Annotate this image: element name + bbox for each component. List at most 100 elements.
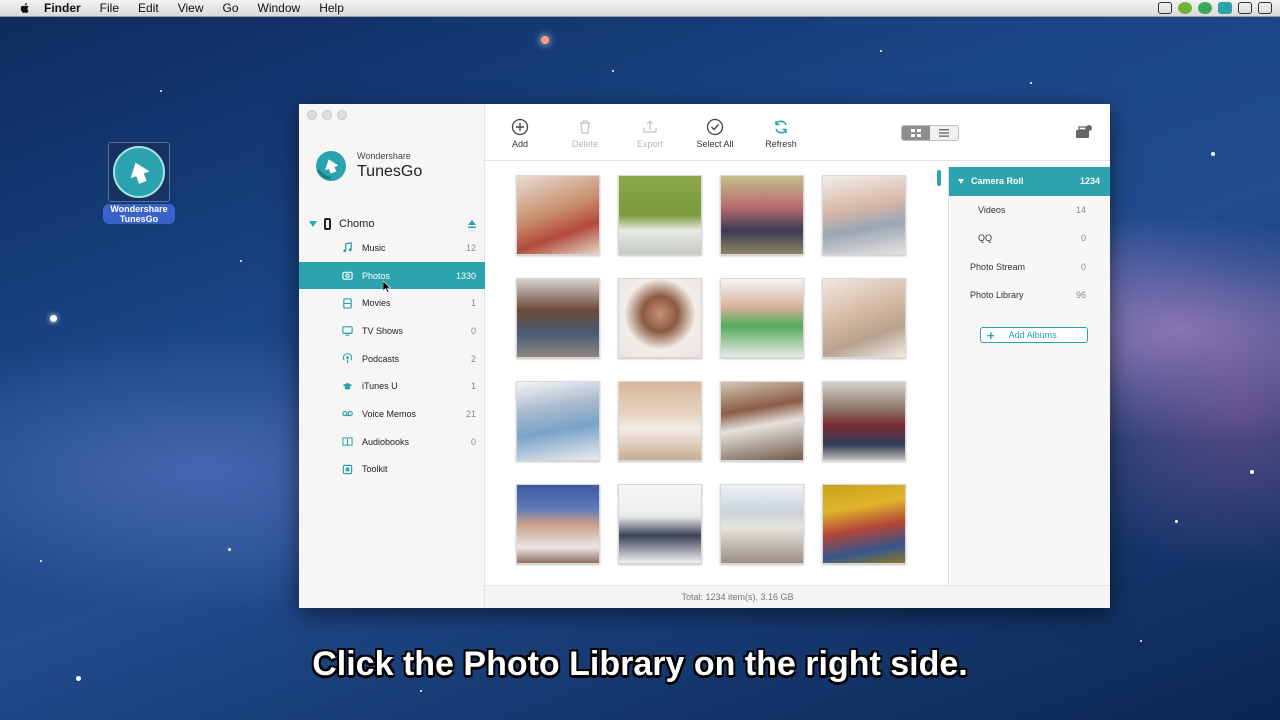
album-photo-stream[interactable]: Photo Stream 0 <box>949 253 1110 282</box>
eject-icon[interactable] <box>467 219 477 229</box>
sidebar-item-voice-memos[interactable]: Voice Memos 21 <box>299 400 485 428</box>
sidebar-item-label: Toolkit <box>362 464 388 475</box>
menu-edit[interactable]: Edit <box>138 1 159 15</box>
photo-thumbnail[interactable] <box>720 484 804 564</box>
sidebar-item-music[interactable]: Music 12 <box>299 234 485 262</box>
photo-thumbnail[interactable] <box>822 484 906 564</box>
plus-circle-icon <box>511 118 529 136</box>
photo-thumbnail[interactable] <box>516 278 600 358</box>
menu-go[interactable]: Go <box>223 1 239 15</box>
menu-file[interactable]: File <box>100 1 119 15</box>
status-tray <box>1158 2 1272 14</box>
brand-product: TunesGo <box>357 163 423 180</box>
menu-bar: Finder File Edit View Go Window Help <box>0 0 1280 17</box>
sidebar-item-label: iTunes U <box>362 381 398 392</box>
phone-icon <box>324 218 331 230</box>
minimize-button[interactable] <box>322 110 332 120</box>
expand-triangle-icon[interactable] <box>309 221 317 227</box>
photo-thumbnail[interactable] <box>516 484 600 564</box>
delete-button[interactable]: Delete <box>555 118 615 149</box>
photo-thumbnail[interactable] <box>516 175 600 255</box>
export-button[interactable]: Export <box>620 118 680 149</box>
sidebar-item-label: Audiobooks <box>362 436 410 447</box>
refresh-label: Refresh <box>765 139 797 149</box>
sidebar-item-count: 12 <box>465 242 476 253</box>
menu-window[interactable]: Window <box>258 1 301 15</box>
menu-finder[interactable]: Finder <box>44 1 81 15</box>
add-button[interactable]: Add <box>490 118 550 149</box>
apple-icon[interactable] <box>16 2 34 15</box>
photo-thumbnail[interactable] <box>822 381 906 461</box>
sync-icon[interactable] <box>1178 2 1192 14</box>
sidebar-item-label: Movies <box>362 298 391 309</box>
sidebar: Wondershare TunesGo Chomo Music 12 Photo… <box>299 104 485 608</box>
close-button[interactable] <box>307 110 317 120</box>
album-qq[interactable]: QQ 0 <box>949 224 1110 253</box>
display-icon[interactable] <box>1258 2 1272 14</box>
zoom-button[interactable] <box>337 110 347 120</box>
photo-grid <box>485 161 948 585</box>
photo-thumbnail[interactable] <box>618 278 702 358</box>
select-all-button[interactable]: Select All <box>685 118 745 149</box>
tunesgo-tray-icon[interactable] <box>1218 2 1232 14</box>
brand-company: Wondershare <box>357 151 411 161</box>
toolbox-icon[interactable] <box>1075 124 1093 140</box>
sidebar-item-movies[interactable]: Movies 1 <box>299 289 485 317</box>
photo-icon <box>342 271 353 280</box>
photo-thumbnail[interactable] <box>822 175 906 255</box>
select-all-label: Select All <box>696 139 734 149</box>
delete-label: Delete <box>571 139 598 149</box>
mouse-cursor-icon <box>383 281 391 293</box>
brand: Wondershare TunesGo <box>315 150 422 182</box>
sidebar-item-tv-shows[interactable]: TV Shows 0 <box>299 317 485 345</box>
photo-thumbnail[interactable] <box>618 484 702 564</box>
sidebar-item-audiobooks[interactable]: Audiobooks 0 <box>299 428 485 456</box>
album-videos[interactable]: Videos 14 <box>949 196 1110 225</box>
refresh-button[interactable]: Refresh <box>751 118 811 149</box>
grid-view-icon[interactable] <box>902 126 930 140</box>
sidebar-item-label: Music <box>362 242 386 253</box>
sidebar-item-photos[interactable]: Photos 1330 <box>299 261 485 290</box>
photo-thumbnail[interactable] <box>720 278 804 358</box>
sidebar-item-count: 0 <box>470 325 476 336</box>
sidebar-item-label: TV Shows <box>362 325 404 336</box>
window-icon[interactable] <box>1238 2 1252 14</box>
album-label: Videos <box>978 204 1006 215</box>
list-view-icon[interactable] <box>930 126 958 140</box>
sidebar-item-itunes-u[interactable]: iTunes U 1 <box>299 372 485 400</box>
device-row[interactable]: Chomo <box>309 216 477 232</box>
video-caption: Click the Photo Library on the right sid… <box>312 645 968 683</box>
movie-icon <box>343 298 352 309</box>
menu-view[interactable]: View <box>178 1 204 15</box>
sidebar-item-podcasts[interactable]: Podcasts 2 <box>299 345 485 373</box>
desktop-icon-tunesgo[interactable]: Wondershare TunesGo <box>103 142 175 224</box>
scrollbar-thumb[interactable] <box>937 170 941 186</box>
sidebar-item-label: Podcasts <box>362 353 400 364</box>
sidebar-item-count: 2 <box>470 353 476 364</box>
photo-thumbnail[interactable] <box>822 278 906 358</box>
export-label: Export <box>636 139 663 149</box>
sidebar-item-label: Voice Memos <box>362 408 417 419</box>
photo-thumbnail[interactable] <box>618 175 702 255</box>
menu-help[interactable]: Help <box>319 1 344 15</box>
sidebar-item-count: 1 <box>470 298 476 309</box>
camera-icon[interactable] <box>1158 2 1172 14</box>
tunesgo-logo-icon <box>316 151 346 181</box>
photo-thumbnail[interactable] <box>516 381 600 461</box>
album-label: Photo Stream <box>970 261 1026 272</box>
add-albums-button[interactable]: + Add Albums <box>980 327 1088 343</box>
sidebar-item-toolkit[interactable]: Toolkit <box>299 456 485 484</box>
add-albums-label: Add Albums <box>1008 330 1057 340</box>
desktop-icon-label: Wondershare TunesGo <box>103 204 175 224</box>
photo-thumbnail[interactable] <box>720 381 804 461</box>
podcast-icon <box>342 353 353 364</box>
export-icon <box>643 120 657 133</box>
nav-list: Music 12 Photos 1330 Movies 1 TV Shows 0… <box>299 234 485 483</box>
photo-thumbnail[interactable] <box>720 175 804 255</box>
photo-thumbnail[interactable] <box>618 381 702 461</box>
album-photo-library[interactable]: Photo Library 96 <box>949 281 1110 310</box>
tunesgo-window: Wondershare TunesGo Chomo Music 12 Photo… <box>299 104 1110 608</box>
expand-triangle-icon[interactable] <box>958 178 964 184</box>
album-camera-roll[interactable]: Camera Roll 1234 <box>949 167 1110 196</box>
update-icon[interactable] <box>1198 2 1212 14</box>
